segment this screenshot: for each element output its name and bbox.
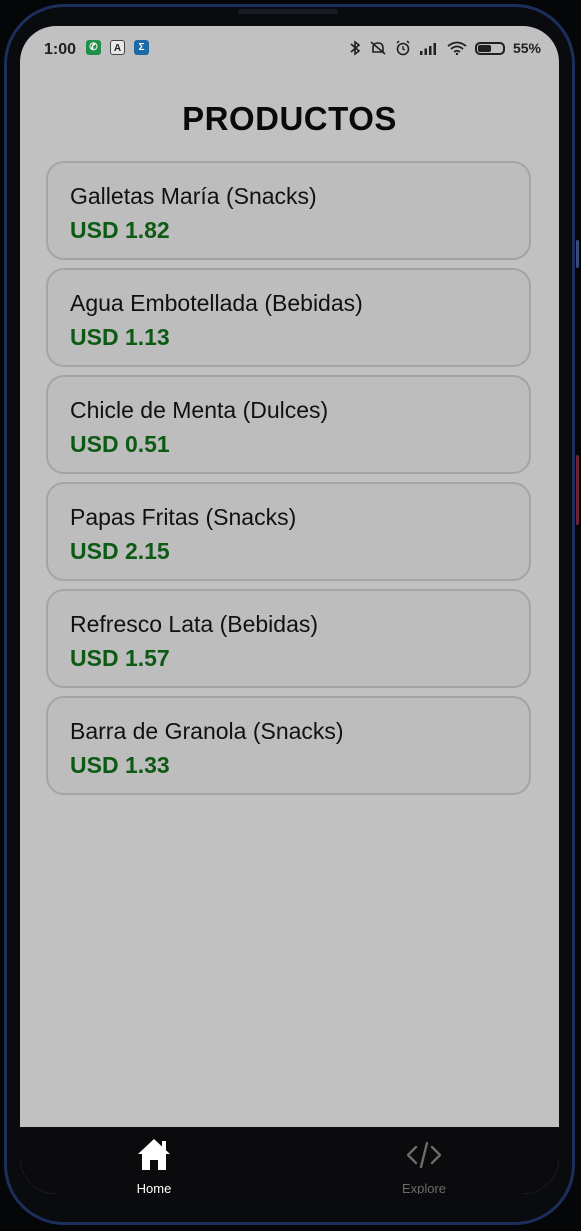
battery-level [477, 44, 491, 52]
product-price: USD 2.15 [70, 538, 170, 564]
whatsapp-icon: ✆ [86, 40, 101, 55]
home-icon [138, 1139, 170, 1170]
nav-label-explore: Explore [401, 1181, 447, 1194]
product-price: USD 1.13 [70, 324, 170, 350]
product-price: USD 1.33 [70, 752, 170, 778]
app-sigma-icon: Σ [134, 40, 149, 55]
product-list: Galletas María (Snacks) USD 1.82 Agua Em… [46, 161, 531, 803]
product-card[interactable]: Agua Embotellada (Bebidas) USD 1.13 [46, 268, 531, 367]
product-card[interactable]: Chicle de Menta (Dulces) USD 0.51 [46, 375, 531, 474]
system-icons: 55% [349, 40, 541, 56]
status-time: 1:00 [44, 41, 77, 58]
volume-button [576, 240, 579, 268]
product-price: USD 0.51 [70, 431, 170, 457]
product-card[interactable]: Refresco Lata (Bebidas) USD 1.57 [46, 589, 531, 688]
battery-icon [474, 41, 505, 55]
app-screen: 1:00 ✆ A Σ 55% PRODUCTOS Galletas María … [20, 26, 559, 1194]
product-name: Barra de Granola (Snacks) [70, 718, 344, 744]
product-name: Agua Embotellada (Bebidas) [70, 290, 363, 316]
signal-icon [419, 43, 436, 55]
nav-item-explore[interactable]: Explore [364, 1135, 484, 1194]
status-bar: 1:00 ✆ A Σ 55% [20, 26, 559, 72]
nav-item-home[interactable]: Home [94, 1135, 214, 1194]
product-price: USD 1.57 [70, 645, 170, 671]
alarm-icon [396, 40, 410, 56]
product-card[interactable]: Papas Fritas (Snacks) USD 2.15 [46, 482, 531, 581]
product-card[interactable]: Barra de Granola (Snacks) USD 1.33 [46, 696, 531, 795]
product-price: USD 1.82 [70, 217, 170, 243]
product-name: Chicle de Menta (Dulces) [70, 397, 329, 423]
bottom-nav: Home Explore [20, 1127, 559, 1194]
page-title: PRODUCTOS [182, 100, 397, 137]
product-card[interactable]: Galletas María (Snacks) USD 1.82 [46, 161, 531, 260]
nav-label-home: Home [136, 1181, 172, 1194]
notification-icons: ✆ A Σ [86, 40, 149, 55]
earpiece-speaker [238, 9, 338, 14]
app-a-icon: A [110, 40, 125, 55]
product-name: Galletas María (Snacks) [70, 183, 317, 209]
bluetooth-icon [350, 40, 361, 56]
product-name: Papas Fritas (Snacks) [70, 504, 297, 530]
power-button [576, 455, 579, 525]
battery-percent: 55% [512, 40, 541, 56]
code-icon [406, 1141, 442, 1169]
phone-device: 1:00 ✆ A Σ 55% PRODUCTOS Galletas María … [0, 0, 581, 1231]
alarm-off-icon [370, 41, 386, 55]
wifi-icon [447, 41, 467, 55]
product-name: Refresco Lata (Bebidas) [70, 611, 319, 637]
